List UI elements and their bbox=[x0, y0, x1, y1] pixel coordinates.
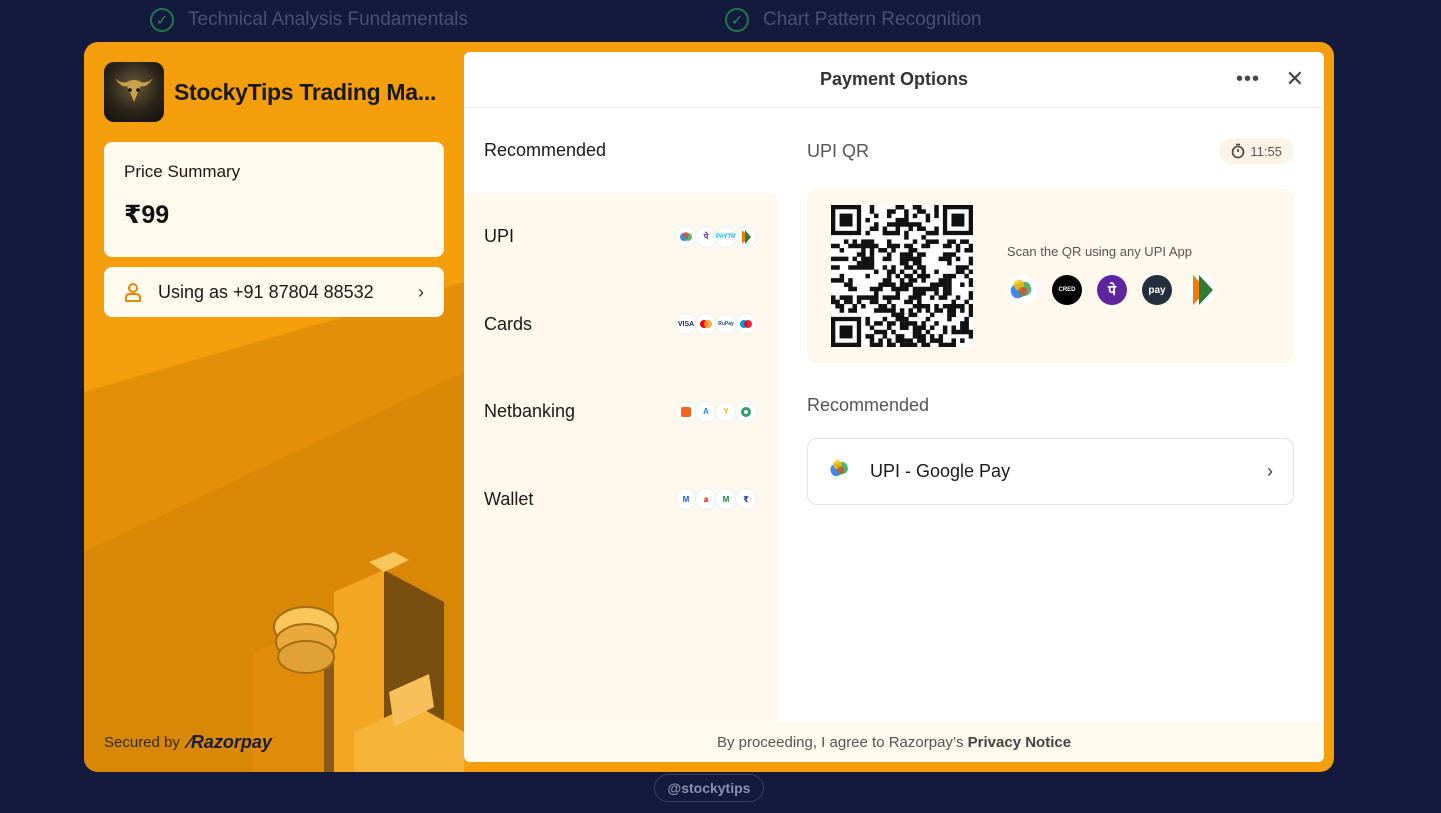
upi-app-icons: पे PAYTM bbox=[675, 225, 757, 248]
method-label: Netbanking bbox=[484, 401, 576, 422]
check-icon: ✓ bbox=[150, 8, 174, 32]
merchant-name: StockyTips Trading Ma... bbox=[174, 78, 437, 105]
cred-icon[interactable]: CRED bbox=[1052, 275, 1082, 305]
payment-options-panel: Payment Options ••• ✕ Recommended UPI पे… bbox=[464, 52, 1324, 762]
bank-icon: A bbox=[695, 400, 717, 423]
card-network-icons: VISA RuPay bbox=[675, 313, 757, 336]
timer-value: 11:55 bbox=[1250, 143, 1282, 159]
qr-timer: 11:55 bbox=[1219, 138, 1294, 164]
airtel-icon: a bbox=[695, 488, 717, 511]
panel-header: Payment Options ••• ✕ bbox=[464, 52, 1324, 108]
wallet-icons: M a M ₹ bbox=[675, 488, 757, 511]
merchant-brand: StockyTips Trading Ma... bbox=[104, 62, 436, 122]
privacy-footer: By proceeding, I agree to Razorpay’s Pri… bbox=[464, 722, 1324, 762]
wallet-shield-icon: ₹ bbox=[735, 488, 757, 511]
privacy-notice-link[interactable]: Privacy Notice bbox=[968, 734, 1071, 751]
user-icon bbox=[125, 283, 141, 302]
upi-google-pay-option[interactable]: UPI - Google Pay › bbox=[807, 438, 1294, 505]
google-pay-icon bbox=[828, 457, 852, 486]
price-summary-card: Price Summary ₹99 bbox=[104, 142, 444, 257]
secured-by-label: Secured by bbox=[104, 734, 180, 751]
recommended-heading: Recommended bbox=[807, 395, 930, 415]
bhim-icon[interactable] bbox=[1187, 275, 1217, 305]
visa-icon: VISA bbox=[675, 313, 697, 336]
payment-methods: Recommended UPI पे PAYTM Cards VISA RuPa… bbox=[464, 108, 777, 722]
upi-qr-title: UPI QR bbox=[807, 140, 870, 161]
maestro-icon bbox=[735, 313, 757, 336]
method-cards[interactable]: Cards VISA RuPay bbox=[464, 281, 777, 369]
mobikwik-icon: M bbox=[675, 488, 697, 511]
check-icon: ✓ bbox=[725, 8, 749, 32]
phonepe-icon[interactable]: पे bbox=[1097, 275, 1127, 305]
phonepe-icon: पे bbox=[695, 225, 717, 248]
bank-icons: A Y bbox=[675, 400, 757, 423]
method-label: Cards bbox=[484, 313, 533, 334]
google-pay-icon bbox=[675, 225, 697, 248]
user-contact-button[interactable]: Using as +91 87804 88532 › bbox=[104, 267, 444, 317]
rupay-icon: RuPay bbox=[715, 313, 737, 336]
handle-badge[interactable]: @stockytips bbox=[654, 774, 764, 802]
bank-icon bbox=[735, 400, 757, 423]
google-pay-icon[interactable] bbox=[1007, 275, 1037, 305]
close-icon[interactable]: ✕ bbox=[1286, 66, 1304, 92]
panel-title: Payment Options bbox=[819, 69, 969, 89]
method-wallet[interactable]: Wallet M a M ₹ bbox=[464, 456, 777, 544]
upi-header: UPI QR 11:55 bbox=[807, 138, 1294, 164]
razorpay-logo: ⁄Razorpay bbox=[187, 732, 272, 752]
amazon-pay-icon[interactable]: pay bbox=[1142, 275, 1172, 305]
mastercard-icon bbox=[695, 313, 717, 336]
background-features: ✓ Technical Analysis Fundamentals ✓ Char… bbox=[0, 8, 1441, 38]
method-netbanking[interactable]: Netbanking A Y bbox=[464, 368, 777, 456]
price-summary-label: Price Summary bbox=[124, 162, 241, 181]
feature-label: Chart Pattern Recognition bbox=[763, 9, 982, 30]
feature-item: ✓ Chart Pattern Recognition bbox=[725, 8, 982, 32]
scan-instruction: Scan the QR using any UPI App bbox=[1007, 244, 1192, 259]
upi-apps: CRED पे pay bbox=[1007, 275, 1217, 305]
user-contact-text: Using as +91 87804 88532 bbox=[158, 281, 374, 302]
chevron-right-icon: › bbox=[418, 281, 424, 302]
price-amount: ₹99 bbox=[124, 201, 170, 229]
method-label: UPI bbox=[484, 226, 515, 247]
stopwatch-icon bbox=[1232, 143, 1245, 159]
footer-text: By proceeding, I agree to Razorpay’s bbox=[716, 733, 964, 751]
method-label: Wallet bbox=[484, 488, 534, 509]
wallet-m-icon: M bbox=[715, 488, 737, 511]
paytm-icon: PAYTM bbox=[715, 225, 737, 248]
bank-icon: Y bbox=[715, 400, 737, 423]
bank-icon bbox=[675, 400, 697, 423]
recommended-option-label: UPI - Google Pay bbox=[870, 461, 1011, 481]
merchant-logo bbox=[104, 62, 164, 122]
feature-item: ✓ Technical Analysis Fundamentals bbox=[150, 8, 468, 32]
more-options-icon[interactable]: ••• bbox=[1236, 68, 1260, 91]
method-upi[interactable]: UPI पे PAYTM bbox=[464, 193, 777, 281]
methods-heading[interactable]: Recommended bbox=[464, 108, 777, 193]
secured-by: Secured by ⁄Razorpay bbox=[104, 732, 272, 753]
feature-label: Technical Analysis Fundamentals bbox=[188, 9, 468, 30]
chevron-right-icon: › bbox=[1267, 461, 1273, 481]
checkout-modal: StockyTips Trading Ma... Price Summary ₹… bbox=[84, 42, 1334, 772]
bhim-icon bbox=[735, 225, 757, 248]
methods-list: UPI पे PAYTM Cards VISA RuPay Netbanking… bbox=[464, 193, 777, 722]
qr-code bbox=[831, 205, 974, 348]
upi-qr-box: Scan the QR using any UPI App CRED पे pa… bbox=[807, 189, 1294, 363]
